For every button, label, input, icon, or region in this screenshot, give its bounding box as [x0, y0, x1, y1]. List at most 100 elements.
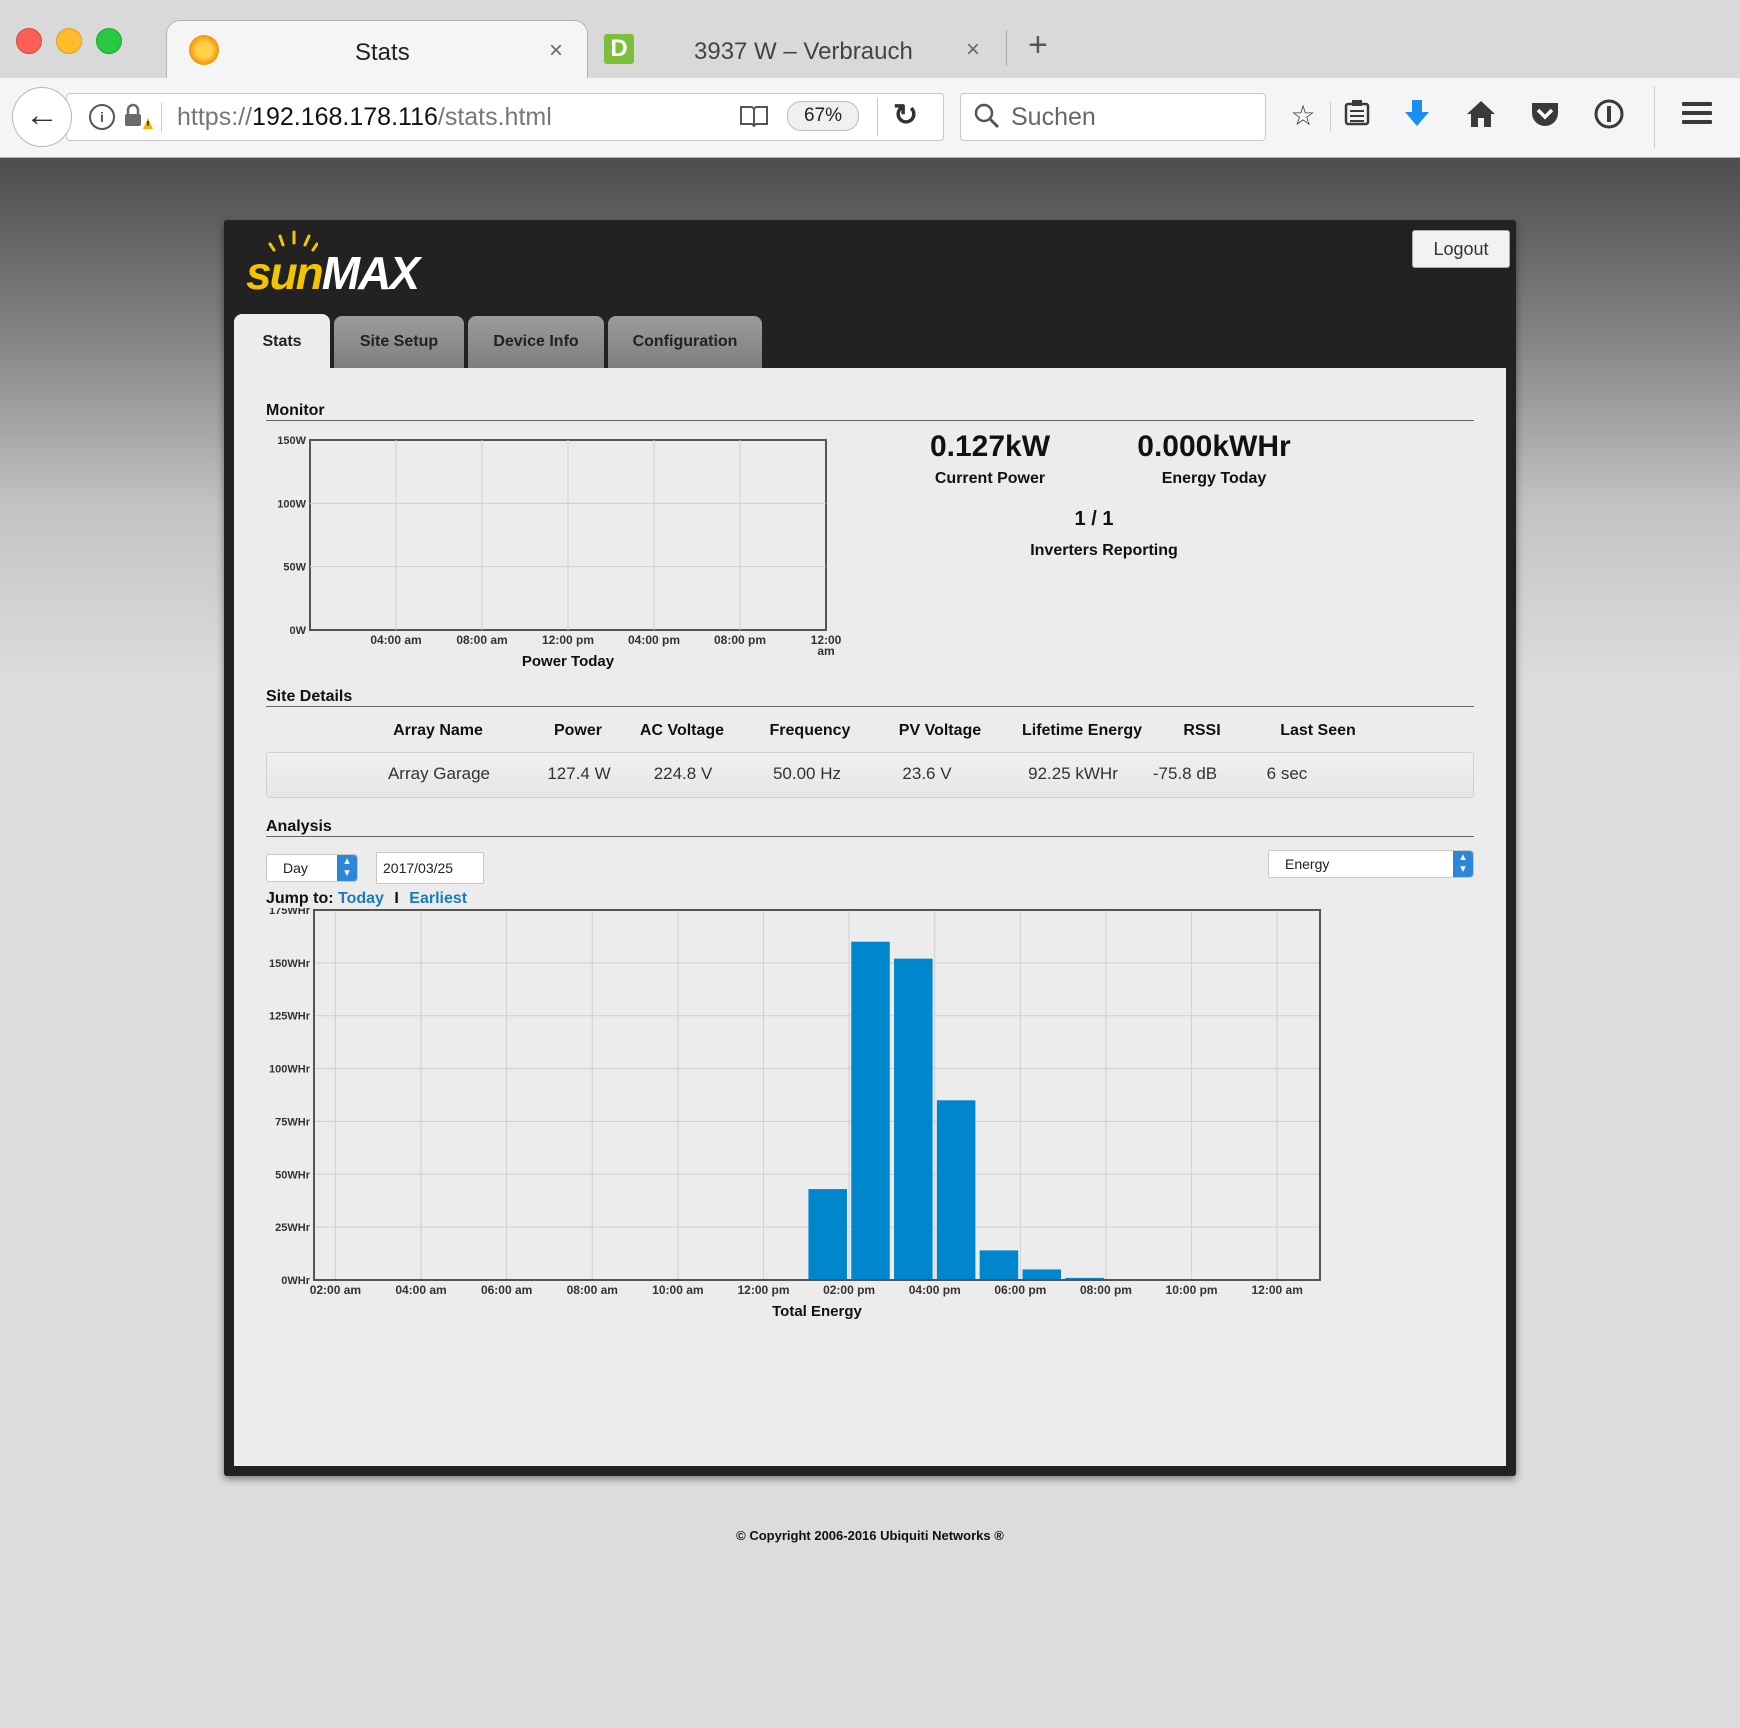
- x-tick-label: 02:00 am: [310, 1283, 361, 1297]
- x-tick-label: 04:00 am: [370, 633, 421, 647]
- tab-stats[interactable]: Stats ×: [166, 20, 588, 79]
- analysis-title: Analysis: [266, 818, 332, 835]
- y-tick-label: 50WHr: [275, 1169, 311, 1181]
- chevron-updown-icon: ▴ ▾: [1453, 851, 1473, 877]
- total-energy-chart: 0WHr 25WHr 50WHr 75WHr 100WHr 125WHr 150WHr 175…: [269, 908, 1321, 1320]
- energy-bar: [808, 1189, 847, 1280]
- close-window-button[interactable]: [16, 28, 42, 54]
- search-placeholder: Suchen: [1011, 103, 1096, 131]
- cell-lifetime-energy: 92.25 kWHr: [1028, 764, 1118, 783]
- url-divider: [877, 98, 878, 136]
- y-tick-label: 50W: [283, 562, 306, 574]
- tab-stats[interactable]: Stats: [234, 314, 330, 370]
- maximize-window-button[interactable]: [96, 28, 122, 54]
- search-bar[interactable]: Suchen: [960, 93, 1266, 141]
- col-array-name: Array Name: [393, 722, 483, 739]
- url-divider: [161, 102, 162, 132]
- site-details-title: Site Details: [266, 688, 353, 705]
- x-tick-label: 10:00 am: [652, 1283, 703, 1297]
- new-tab-button[interactable]: +: [1028, 28, 1048, 62]
- tab-configuration[interactable]: Configuration: [608, 316, 762, 368]
- power-today-chart: 0W 50W 100W 150W 04:00 am 08:00 am 12:00 pm 04:…: [277, 435, 841, 670]
- energy-today-value: 0.000kWHr: [1137, 430, 1291, 463]
- y-tick-label: 25WHr: [275, 1222, 311, 1234]
- x-tick-label: 04:00 pm: [909, 1283, 961, 1297]
- metric-selected-value: Energy: [1285, 856, 1330, 872]
- tab-close-icon[interactable]: ×: [966, 36, 980, 64]
- back-arrow-icon: ←: [25, 96, 59, 134]
- tab-close-icon[interactable]: ×: [549, 37, 563, 65]
- x-tick-label: 02:00 pm: [823, 1283, 875, 1297]
- energy-bar: [851, 941, 890, 1280]
- metric-select[interactable]: Energy ▴ ▾: [1268, 850, 1474, 878]
- energy-bar: [894, 958, 933, 1280]
- zoom-indicator[interactable]: 67%: [787, 101, 859, 131]
- y-tick-label: 150WHr: [269, 958, 311, 970]
- x-tick-label: 12:00 pm: [737, 1283, 789, 1297]
- x-tick-label: 04:00 am: [395, 1283, 446, 1297]
- current-power-value: 0.127kW: [929, 430, 1051, 463]
- pocket-icon[interactable]: [1526, 98, 1564, 134]
- d-favicon-icon: D: [604, 34, 634, 64]
- x-axis-title: Power Today: [522, 653, 615, 670]
- url-scheme: https://: [177, 103, 253, 131]
- tab-device-info[interactable]: Device Info: [468, 316, 604, 368]
- col-power: Power: [553, 722, 602, 739]
- bookmarks-list-icon[interactable]: [1338, 98, 1376, 134]
- back-button[interactable]: ←: [12, 87, 72, 147]
- energy-bar: [936, 1100, 976, 1280]
- password-manager-icon[interactable]: [1590, 98, 1628, 134]
- toolbar-divider: [1330, 102, 1331, 132]
- url-path: /stats.html: [437, 103, 552, 131]
- reload-icon[interactable]: ↻: [893, 98, 918, 133]
- search-icon: [973, 102, 1001, 135]
- menu-hamburger-icon[interactable]: [1678, 98, 1716, 134]
- copyright-footer: © Copyright 2006-2016 Ubiquiti Networks …: [736, 1528, 1004, 1543]
- col-frequency: Frequency: [769, 722, 851, 739]
- period-select[interactable]: Day ▴ ▾: [266, 854, 358, 882]
- y-tick-label: 175WHr: [269, 908, 311, 917]
- tab-divider: [1006, 30, 1007, 66]
- cell-rssi: -75.8 dB: [1152, 764, 1218, 783]
- x-tick-label: 12:00 pm: [542, 633, 594, 647]
- y-tick-label: 100W: [277, 498, 306, 510]
- minimize-window-button[interactable]: [56, 28, 82, 54]
- browser-toolbar: i https://192.168.178.116/stats.html 67%…: [0, 78, 1740, 158]
- url-text[interactable]: https://192.168.178.116/stats.html: [177, 103, 552, 132]
- y-tick-label: 125WHr: [269, 1011, 311, 1023]
- x-tick-label: 04:00 pm: [628, 633, 680, 647]
- jump-today-link[interactable]: Today: [338, 890, 384, 907]
- x-tick-label: 08:00 am: [456, 633, 507, 647]
- energy-today-label: Energy Today: [1161, 470, 1267, 487]
- tab-site-setup[interactable]: Site Setup: [334, 316, 464, 368]
- tab-title: Stats: [355, 39, 410, 66]
- cell-last-seen: 6 sec: [1266, 764, 1308, 783]
- url-bar[interactable]: i https://192.168.178.116/stats.html 67%…: [66, 93, 944, 141]
- site-table-header: Array Name Power AC Voltage Frequency PV…: [266, 714, 1474, 746]
- insecure-lock-icon[interactable]: [123, 102, 153, 130]
- jump-earliest-link[interactable]: Earliest: [409, 890, 467, 907]
- inverters-label: Inverters Reporting: [1030, 542, 1178, 559]
- downloads-icon[interactable]: [1398, 98, 1436, 134]
- col-pv-voltage: PV Voltage: [898, 722, 982, 739]
- browser-tab-bar: Stats × D 3937 W – Verbrauch × +: [0, 0, 1740, 79]
- toolbar-divider: [1654, 86, 1655, 148]
- info-icon[interactable]: i: [89, 104, 115, 130]
- col-ac-voltage: AC Voltage: [639, 722, 725, 739]
- home-icon[interactable]: [1462, 98, 1500, 134]
- logout-button[interactable]: Logout: [1412, 230, 1510, 268]
- x-tick-label: 08:00 pm: [714, 633, 766, 647]
- bookmark-star-icon[interactable]: ☆: [1284, 98, 1322, 134]
- section-rule: [266, 836, 1474, 837]
- app-frame: sunMAX Logout Stats Site Setup Device In…: [224, 220, 1516, 1476]
- url-host: 192.168.178.116: [252, 103, 438, 131]
- date-input[interactable]: 2017/03/25: [376, 852, 484, 884]
- chevron-updown-icon: ▴ ▾: [337, 855, 357, 881]
- table-row[interactable]: Array Garage 127.4 W 224.8 V 50.00 Hz 23…: [266, 752, 1474, 798]
- x-tick-label: 08:00 am: [567, 1283, 618, 1297]
- reader-view-icon[interactable]: [739, 104, 769, 128]
- section-rule: [266, 706, 1474, 707]
- logo-max-text: MAX: [321, 247, 420, 299]
- tab-verbrauch[interactable]: D 3937 W – Verbrauch ×: [590, 20, 1010, 78]
- col-lifetime-energy: Lifetime Energy: [1021, 722, 1143, 739]
